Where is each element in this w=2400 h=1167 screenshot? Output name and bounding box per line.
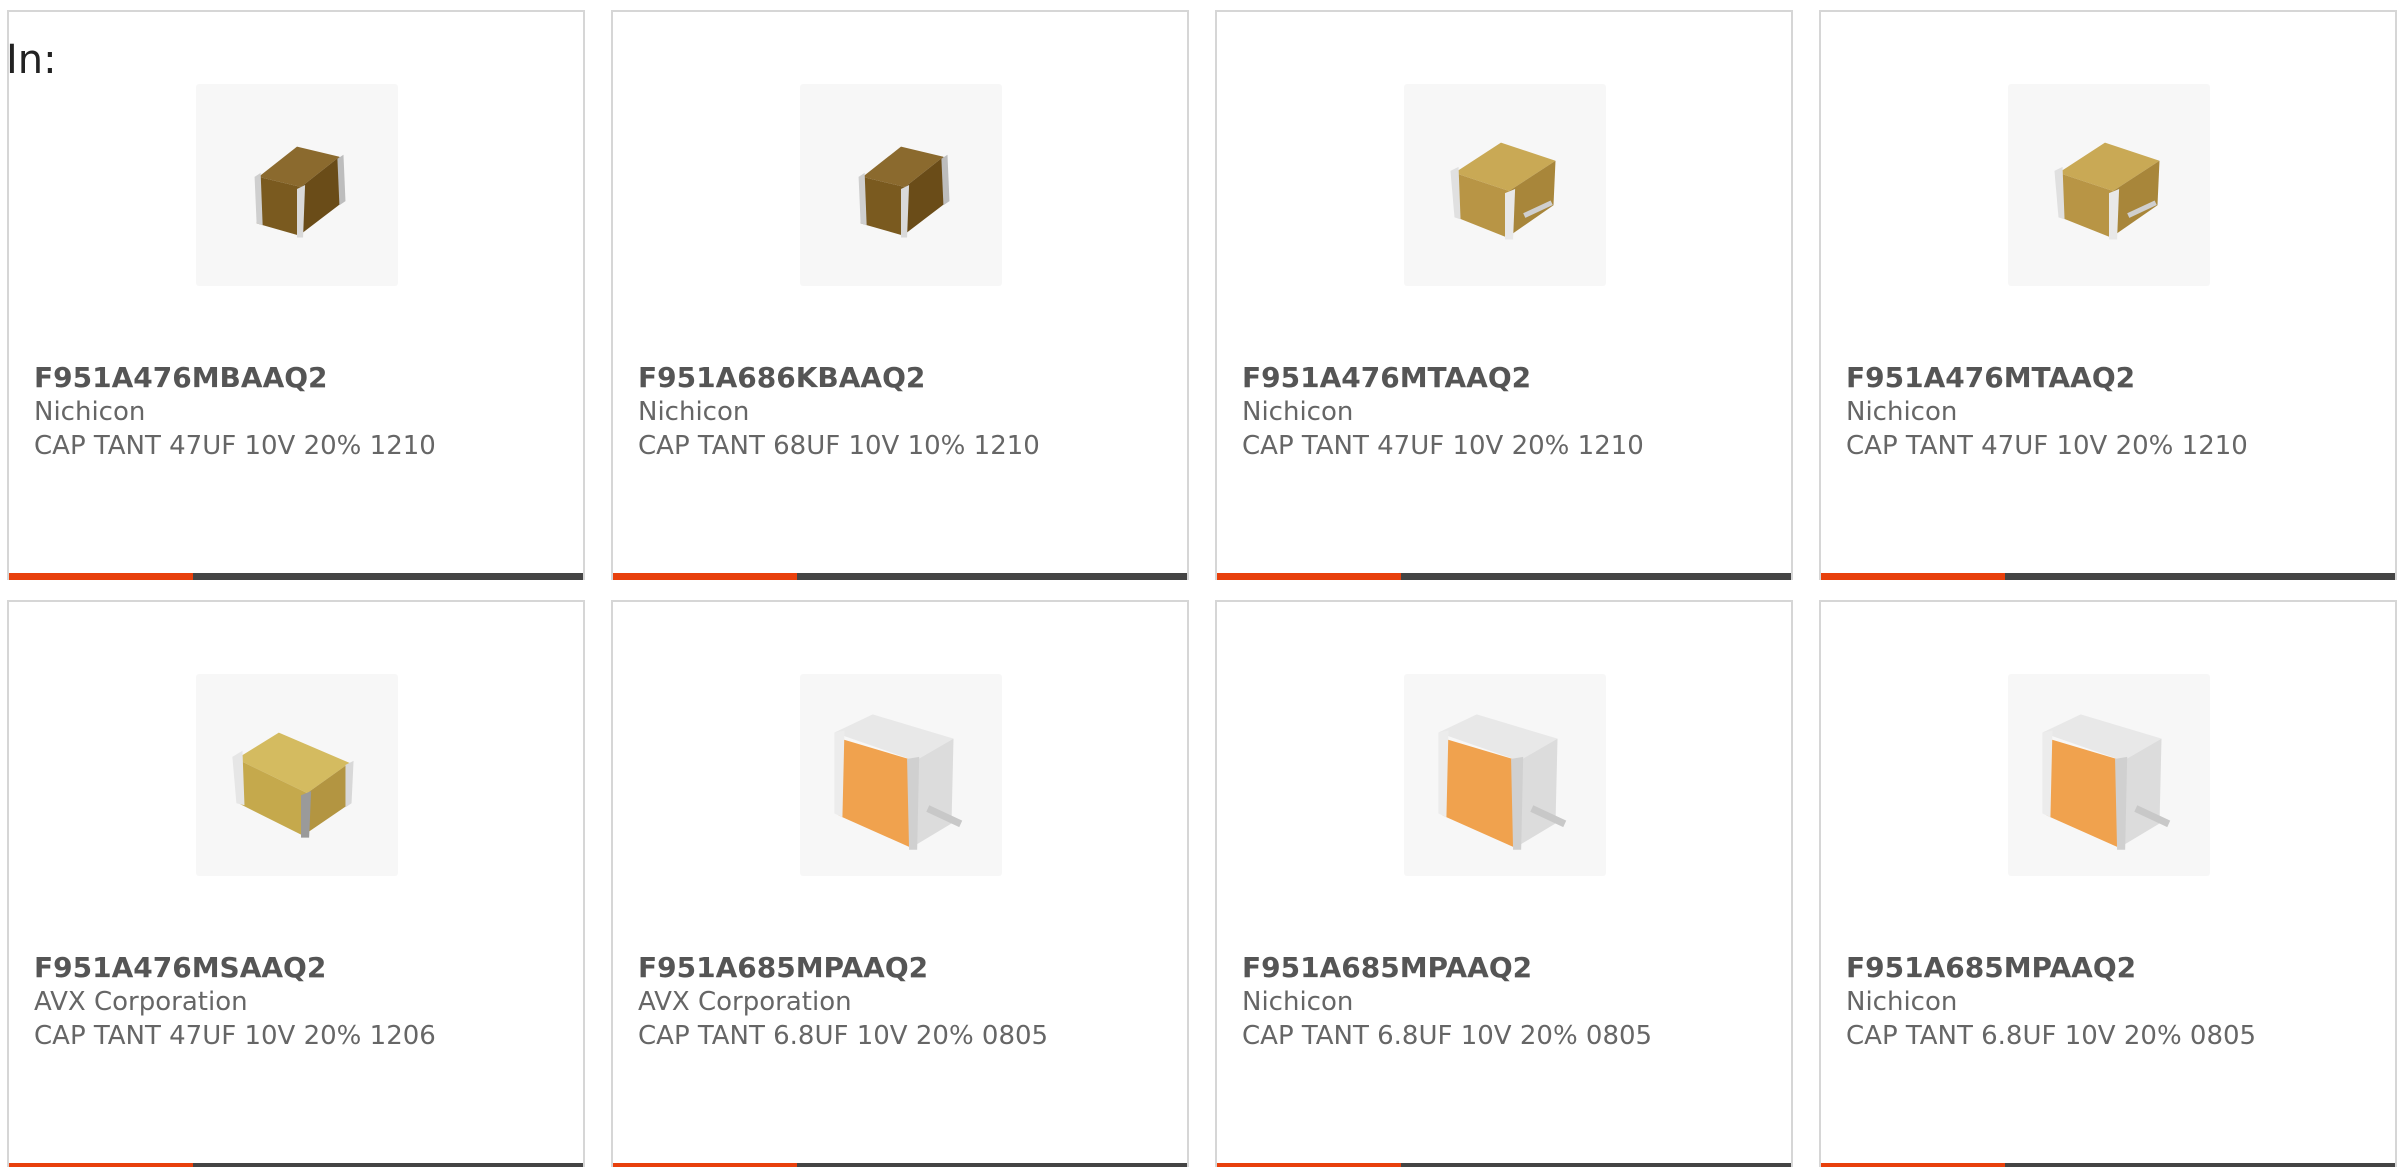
progress-bar	[1821, 573, 2395, 580]
manufacturer: Nichicon	[1242, 987, 1354, 1017]
product-image[interactable]	[800, 674, 1002, 876]
progress-bar-accent	[613, 1163, 797, 1167]
progress-bar-accent	[9, 573, 193, 580]
product-card[interactable]: F951A686KBAAQ2 Nichicon CAP TANT 68UF 10…	[611, 10, 1189, 580]
product-card[interactable]: F951A685MPAAQ2 Nichicon CAP TANT 6.8UF 1…	[1215, 600, 1793, 1167]
manufacturer: Nichicon	[638, 397, 750, 427]
product-image[interactable]	[1404, 674, 1606, 876]
part-number-link[interactable]: F951A686KBAAQ2	[638, 361, 1178, 395]
progress-bar	[613, 1163, 1187, 1167]
product-image[interactable]	[2008, 674, 2210, 876]
product-card[interactable]: F951A476MTAAQ2 Nichicon CAP TANT 47UF 10…	[1215, 10, 1793, 580]
description: CAP TANT 47UF 10V 20% 1210	[1846, 431, 2248, 461]
product-image[interactable]	[800, 84, 1002, 286]
progress-bar-accent	[1821, 1163, 2005, 1167]
description: CAP TANT 47UF 10V 20% 1210	[1242, 431, 1644, 461]
tantalum-capacitor-orange-icon	[834, 714, 963, 850]
progress-bar-accent	[1821, 573, 2005, 580]
manufacturer: AVX Corporation	[638, 987, 852, 1017]
part-number-link[interactable]: F951A685MPAAQ2	[1846, 951, 2386, 985]
progress-bar	[1217, 573, 1791, 580]
in-label: In:	[6, 37, 57, 83]
product-image[interactable]	[1404, 84, 1606, 286]
product-image[interactable]	[2008, 84, 2210, 286]
part-number-link[interactable]: F951A476MTAAQ2	[1242, 361, 1782, 395]
part-number-link[interactable]: F951A685MPAAQ2	[1242, 951, 1782, 985]
product-image[interactable]	[196, 84, 398, 286]
tantalum-capacitor-brown-icon	[254, 146, 346, 238]
manufacturer: AVX Corporation	[34, 987, 248, 1017]
description: CAP TANT 6.8UF 10V 20% 0805	[1242, 1021, 1653, 1051]
progress-bar-accent	[1217, 573, 1401, 580]
description: CAP TANT 6.8UF 10V 20% 0805	[638, 1021, 1049, 1051]
description: CAP TANT 47UF 10V 20% 1210	[34, 431, 436, 461]
part-number-link[interactable]: F951A476MTAAQ2	[1846, 361, 2386, 395]
progress-bar-accent	[613, 573, 797, 580]
manufacturer: Nichicon	[1242, 397, 1354, 427]
tantalum-capacitor-brown-icon	[858, 146, 950, 238]
product-card[interactable]: F951A476MSAAQ2 AVX Corporation CAP TANT …	[7, 600, 585, 1167]
manufacturer: Nichicon	[34, 397, 146, 427]
product-card[interactable]: F951A685MPAAQ2 AVX Corporation CAP TANT …	[611, 600, 1189, 1167]
tantalum-capacitor-orange-icon	[2042, 714, 2171, 850]
product-grid-page: In: F951A476MBAAQ2 Nichicon CAP TANT 47U…	[0, 0, 2400, 1167]
description: CAP TANT 6.8UF 10V 20% 0805	[1846, 1021, 2257, 1051]
progress-bar-accent	[1217, 1163, 1401, 1167]
tantalum-capacitor-tan-icon	[1450, 142, 1556, 240]
manufacturer: Nichicon	[1846, 987, 1958, 1017]
tantalum-capacitor-orange-icon	[1438, 714, 1567, 850]
description: CAP TANT 47UF 10V 20% 1206	[34, 1021, 436, 1051]
product-image[interactable]	[196, 674, 398, 876]
progress-bar	[613, 573, 1187, 580]
part-number-link[interactable]: F951A476MSAAQ2	[34, 951, 574, 985]
product-card[interactable]: F951A476MBAAQ2 Nichicon CAP TANT 47UF 10…	[7, 10, 585, 580]
tantalum-capacitor-yellow-icon	[232, 732, 354, 838]
product-card[interactable]: F951A685MPAAQ2 Nichicon CAP TANT 6.8UF 1…	[1819, 600, 2397, 1167]
product-card[interactable]: F951A476MTAAQ2 Nichicon CAP TANT 47UF 10…	[1819, 10, 2397, 580]
progress-bar	[1821, 1163, 2395, 1167]
progress-bar	[9, 1163, 583, 1167]
description: CAP TANT 68UF 10V 10% 1210	[638, 431, 1040, 461]
tantalum-capacitor-tan-icon	[2054, 142, 2160, 240]
progress-bar-accent	[9, 1163, 193, 1167]
part-number-link[interactable]: F951A476MBAAQ2	[34, 361, 574, 395]
progress-bar	[1217, 1163, 1791, 1167]
manufacturer: Nichicon	[1846, 397, 1958, 427]
part-number-link[interactable]: F951A685MPAAQ2	[638, 951, 1178, 985]
progress-bar	[9, 573, 583, 580]
